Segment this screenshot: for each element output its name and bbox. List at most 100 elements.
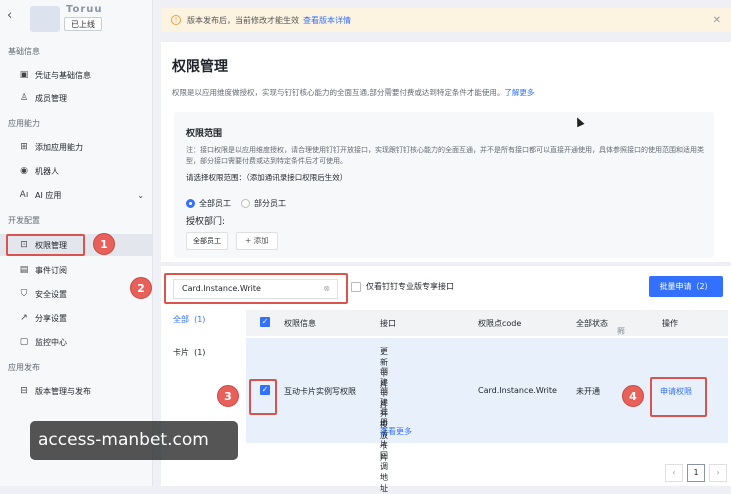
category-count: (1) <box>194 315 206 324</box>
row-code: Card.Instance.Write <box>478 386 557 395</box>
external-link-icon: ⧉ <box>382 386 387 394</box>
shield-icon: ⛉ <box>20 289 28 299</box>
dept-row: 全部员工 + 添加 <box>186 232 278 250</box>
sidebar-item-label: 版本管理与发布 <box>35 386 91 396</box>
sidebar-item-label: AI 应用 <box>35 190 62 200</box>
scope-ask: 请选择权限范围：（添加通讯录接口权限后生效） <box>186 173 348 182</box>
scope-panel: 权限范围 注：接口权限是以应用维度授权，请合理使用钉钉开放接口，实现跟钉钉核心能… <box>174 112 714 258</box>
learn-more-link[interactable]: 了解更多 <box>504 88 534 97</box>
sidebar-item-robot[interactable]: ◉ 机器人 <box>0 160 152 182</box>
group-publish: 应用发布 <box>8 363 40 372</box>
radio-part-staff[interactable]: 部分员工 <box>241 198 286 209</box>
category-label: 卡片 <box>173 348 189 357</box>
person-icon: ♙ <box>19 93 29 103</box>
sidebar-item-add-ability[interactable]: ⊞ 添加应用能力 <box>0 136 152 158</box>
view-more-link[interactable]: 查看更多 <box>380 426 412 437</box>
page-description-text: 权限是以应用维度做授权，实现与钉钉核心能力的全面互通,部分需要付费或达到特定条件… <box>172 88 505 97</box>
api-label: 注册卡片回调地址 <box>380 407 388 493</box>
group-ability: 应用能力 <box>8 119 40 128</box>
sidebar-item-credentials[interactable]: ▣ 凭证与基础信息 <box>0 64 152 86</box>
sidebar-item-events[interactable]: ▤ 事件订阅 <box>0 259 152 281</box>
dept-label: 授权部门: <box>186 217 226 227</box>
highlight-box-checkbox <box>249 379 277 415</box>
radio-all-staff[interactable]: 全部员工 <box>186 198 231 209</box>
add-dept-button[interactable]: + 添加 <box>236 232 278 250</box>
checkbox-label: 仅看钉钉专业版专享接口 <box>366 282 454 291</box>
category-all[interactable]: 全部 (1) <box>173 314 205 325</box>
sidebar-item-share[interactable]: ↗ 分享设置 <box>0 307 152 329</box>
ai-icon: Aı <box>19 190 29 200</box>
sidebar-item-label: 事件订阅 <box>35 265 67 275</box>
app-name: Toruu <box>66 4 103 15</box>
share-icon: ↗ <box>20 313 28 323</box>
scope-title: 权限范围 <box>186 129 223 139</box>
step-marker-4: 4 <box>622 385 644 407</box>
monitor-icon: ▢ <box>19 337 29 347</box>
step-marker-1: 1 <box>93 233 115 255</box>
category-count: (1) <box>194 348 206 357</box>
notice-link[interactable]: 查看版本详情 <box>303 15 351 26</box>
watermark: access-manbet.com <box>30 421 238 460</box>
radio-label: 部分员工 <box>254 199 286 208</box>
category-card[interactable]: 卡片 (1) <box>173 347 205 358</box>
bulk-apply-button[interactable]: 批量申请（2） <box>649 276 723 297</box>
sidebar-item-label: 添加应用能力 <box>35 142 83 152</box>
col-status: 全部状态 <box>576 319 608 328</box>
close-icon[interactable]: ✕ <box>713 15 721 26</box>
highlight-box-permissions <box>6 234 85 256</box>
pagination: ‹ 1 › <box>665 464 727 482</box>
sidebar-item-label: 成员管理 <box>35 93 67 103</box>
group-dev: 开发配置 <box>8 216 40 225</box>
pro-only-checkbox[interactable]: 仅看钉钉专业版专享接口 <box>351 281 454 292</box>
sidebar-item-label: 凭证与基础信息 <box>35 70 91 80</box>
step-marker-2: 2 <box>130 277 152 299</box>
search-icon: ⌕ <box>617 326 622 335</box>
page-number[interactable]: 1 <box>687 464 705 482</box>
sidebar-item-label: 分享设置 <box>35 313 67 323</box>
sidebar-item-label: 监控中心 <box>35 337 67 347</box>
external-link-icon: ⧉ <box>382 406 387 414</box>
event-icon: ▤ <box>19 265 29 275</box>
chevron-down-icon: ⌄ <box>137 190 144 200</box>
category-label: 全部 <box>173 315 189 324</box>
highlight-box-apply <box>650 377 707 417</box>
scope-note: 注：接口权限是以应用维度授权，请合理使用钉钉开放接口，实现跟钉钉核心能力的全面互… <box>186 146 704 165</box>
prev-page-icon[interactable]: ‹ <box>665 464 683 482</box>
radio-dot <box>241 199 250 208</box>
row-status: 未开通 <box>576 387 600 396</box>
robot-icon: ◉ <box>20 166 28 176</box>
radio-dot <box>186 199 195 208</box>
page-description: 权限是以应用维度做授权，实现与钉钉核心能力的全面互通,部分需要付费或达到特定条件… <box>172 87 534 98</box>
chevron-left-icon[interactable]: ‹ <box>7 8 12 23</box>
step-marker-3: 3 <box>217 385 239 407</box>
app-logo <box>30 6 60 32</box>
sidebar-item-version[interactable]: ⊟ 版本管理与发布 <box>0 380 152 402</box>
status-badge: 已上线 <box>64 17 102 31</box>
external-link-icon: ⧉ <box>382 366 387 374</box>
radio-label: 全部员工 <box>199 199 231 208</box>
external-link-icon: ⧉ <box>382 346 387 354</box>
group-basic: 基础信息 <box>8 47 40 56</box>
scope-radio-group: 全部员工 部分员工 <box>186 198 286 209</box>
permission-card: 权限管理 权限是以应用维度做授权，实现与钉钉核心能力的全面互通,部分需要付费或达… <box>161 42 731 262</box>
page-title: 权限管理 <box>172 59 228 75</box>
col-code: 权限点code <box>478 319 522 328</box>
sidebar-item-members[interactable]: ♙ 成员管理 <box>0 87 152 109</box>
sidebar-item-label: 安全设置 <box>35 289 67 299</box>
sidebar-item-monitor[interactable]: ▢ 监控中心 <box>0 331 152 353</box>
col-api: 接口 <box>380 319 396 328</box>
col-op: 操作 <box>662 319 678 328</box>
col-info: 权限信息 <box>284 319 316 328</box>
checkbox-box <box>351 281 361 292</box>
grid-add-icon: ⊞ <box>20 142 28 152</box>
notice-bar: ! 版本发布后，当前修改才能生效 查看版本详情 ✕ <box>161 8 731 32</box>
sidebar-item-ai[interactable]: Aı AI 应用 ⌄ <box>0 184 152 206</box>
select-all-checkbox[interactable]: ✓ <box>260 317 270 327</box>
dept-chip: 全部员工 <box>186 232 228 250</box>
sidebar-item-label: 机器人 <box>35 166 59 176</box>
credential-icon: ▣ <box>19 70 29 80</box>
notice-text: 版本发布后，当前修改才能生效 <box>187 15 299 25</box>
table-header: ✓ 权限信息 接口 权限点code 全部状态 筛选 ⌕ 操作 <box>246 310 728 347</box>
next-page-icon[interactable]: › <box>709 464 727 482</box>
version-icon: ⊟ <box>20 386 28 396</box>
